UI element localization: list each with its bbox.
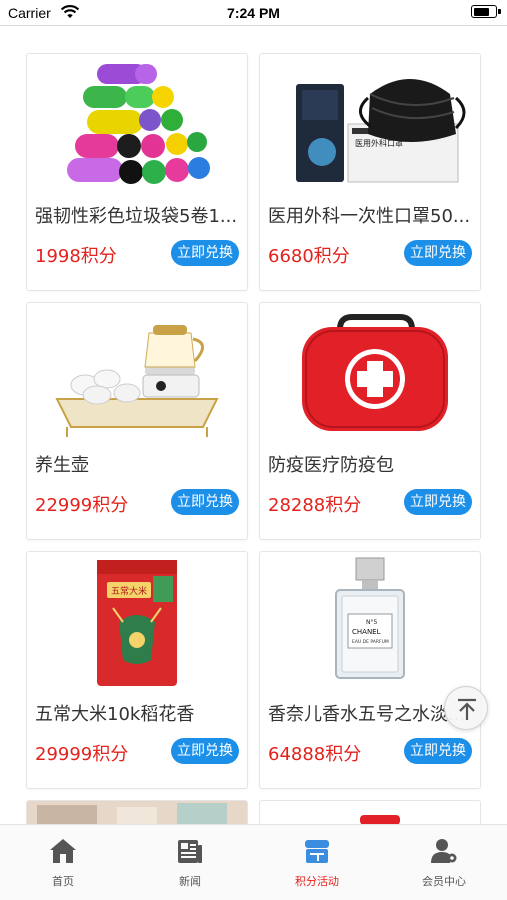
product-price: 28288积分 [268,495,362,516]
product-image-masks: 医用外科口罩 [260,54,480,194]
product-card[interactable]: 养生壶 22999积分 立即兑换 [26,302,248,540]
battery-icon [471,5,501,18]
product-title: 强韧性彩色垃圾袋5卷1... [35,206,238,227]
product-card[interactable]: N°5 CHANEL EAU DE PARFUM 香奈儿香水五号之水淡... 6… [259,551,481,789]
product-title: 防疫医疗防疫包 [268,455,394,476]
redeem-button[interactable]: 立即兑换 [171,240,239,266]
product-image-perfume: N°5 CHANEL EAU DE PARFUM [260,552,480,692]
product-price: 22999积分 [35,495,129,516]
redeem-button[interactable]: 立即兑换 [404,489,472,515]
product-price: 64888积分 [268,744,362,765]
product-card-partial[interactable] [26,800,248,824]
product-card-partial[interactable] [259,800,481,824]
product-title: 养生壶 [35,455,89,476]
product-price: 1998积分 [35,246,117,267]
news-icon [176,837,204,865]
tab-label: 新闻 [179,875,201,888]
product-image-kettle [27,303,247,443]
product-card[interactable]: 强韧性彩色垃圾袋5卷1... 1998积分 立即兑换 [26,53,248,291]
product-image-rice: 五常大米 [27,552,247,692]
product-price: 29999积分 [35,744,129,765]
perfume-label-no5: N°5 [366,619,377,626]
rice-label: 五常大米 [111,585,147,597]
product-card[interactable]: 五常大米 五常大米10k稻花香 29999积分 立即兑换 [26,551,248,789]
redeem-button[interactable]: 立即兑换 [404,240,472,266]
product-title: 五常大米10k稻花香 [35,704,195,725]
perfume-label-brand: CHANEL [352,628,381,636]
product-card[interactable]: 防疫医疗防疫包 28288积分 立即兑换 [259,302,481,540]
tab-news[interactable]: 新闻 [127,825,253,900]
product-title: 医用外科一次性口罩50... [268,206,471,227]
tab-home[interactable]: 首页 [0,825,126,900]
carrier-label: Carrier [8,5,51,21]
home-icon [49,837,77,865]
redeem-button[interactable]: 立即兑换 [404,738,472,764]
redeem-button[interactable]: 立即兑换 [171,489,239,515]
member-settings-icon [430,837,458,865]
tab-member-center[interactable]: 会员中心 [381,825,507,900]
product-price: 6680积分 [268,246,350,267]
wifi-icon [60,4,80,24]
perfume-label-line2: EAU DE PARFUM [352,639,389,645]
product-title: 香奈儿香水五号之水淡... [268,704,466,725]
bottom-tab-bar: 首页 新闻 积分活动 会员中心 [0,824,507,900]
product-image-garbage-bags [27,54,247,194]
back-to-top-button[interactable] [444,686,488,730]
status-bar: Carrier 7:24 PM [0,0,507,26]
tab-points-activity[interactable]: 积分活动 [254,825,380,900]
tab-label: 首页 [52,875,74,888]
product-grid[interactable]: 强韧性彩色垃圾袋5卷1... 1998积分 立即兑换 医用外科口罩 医用外科一次… [0,27,507,824]
product-card[interactable]: 医用外科口罩 医用外科一次性口罩50... 6680积分 立即兑换 [259,53,481,291]
redeem-button[interactable]: 立即兑换 [171,738,239,764]
tab-label: 积分活动 [295,875,339,888]
points-store-icon [303,837,331,865]
tab-label: 会员中心 [422,875,466,888]
product-image-medical-kit [260,303,480,443]
arrow-up-icon [458,698,476,720]
